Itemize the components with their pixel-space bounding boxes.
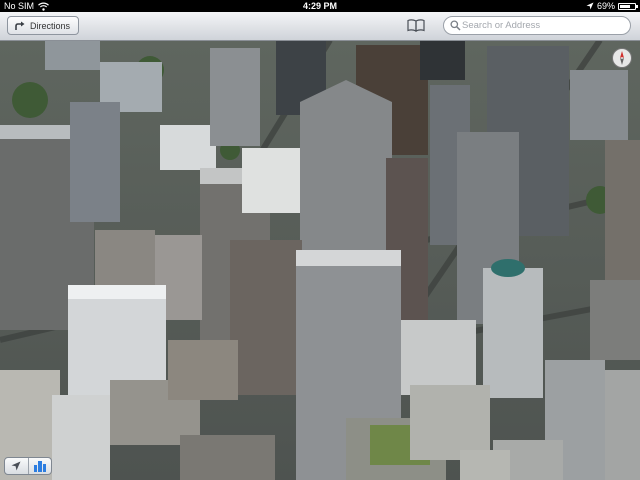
search-input[interactable] — [462, 18, 622, 33]
directions-label: Directions — [30, 20, 71, 31]
3d-view-button[interactable] — [27, 458, 52, 474]
battery-percent: 69% — [596, 1, 615, 11]
search-field[interactable] — [443, 16, 631, 35]
map-view[interactable] — [0, 40, 640, 480]
battery-icon — [618, 2, 638, 10]
status-bar: No SIM 4:29 PM 69% — [0, 0, 640, 12]
map-controls — [4, 457, 52, 475]
status-right: 69% — [586, 0, 638, 12]
turn-arrow-icon — [15, 21, 25, 30]
current-location-button[interactable] — [5, 458, 28, 474]
location-arrow-icon — [586, 2, 594, 10]
3d-buildings-icon — [33, 461, 46, 472]
maps-toolbar: Directions — [0, 12, 640, 41]
directions-button[interactable]: Directions — [7, 16, 80, 35]
status-time: 4:29 PM — [302, 1, 337, 11]
domed-building — [483, 259, 543, 398]
book-icon[interactable] — [407, 19, 425, 32]
compass-needle — [620, 51, 624, 65]
location-arrow-icon — [11, 461, 21, 471]
magnifier-icon — [450, 20, 461, 31]
battery-level — [620, 4, 630, 8]
compass-icon[interactable] — [612, 48, 632, 68]
